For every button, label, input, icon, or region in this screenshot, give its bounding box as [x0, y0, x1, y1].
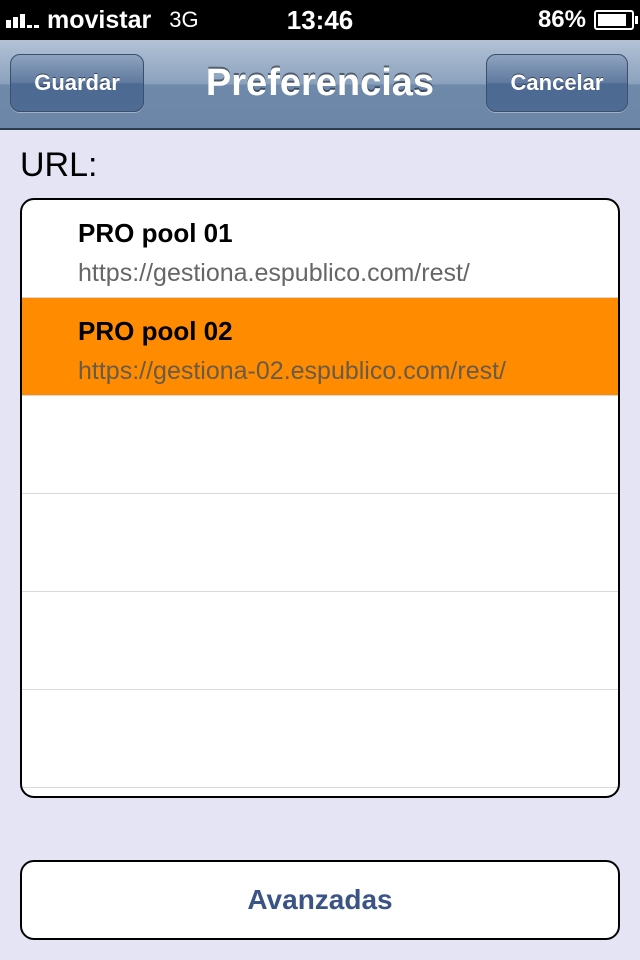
navigation-bar: Preferencias Guardar Cancelar	[0, 40, 640, 130]
list-item-url: https://gestiona-02.espublico.com/rest/	[78, 357, 507, 385]
cancel-button[interactable]: Cancelar	[486, 54, 628, 112]
save-button[interactable]: Guardar	[10, 54, 144, 112]
advanced-button[interactable]: Avanzadas	[20, 860, 620, 940]
empty-list-row	[22, 396, 618, 494]
list-item-url: https://gestiona.espublico.com/rest/	[78, 259, 470, 287]
battery-percent: 86%	[537, 6, 586, 33]
empty-list-row	[22, 690, 618, 788]
empty-list-row	[22, 592, 618, 690]
battery-fill	[598, 14, 626, 26]
url-list-item-pro-pool-01[interactable]: PRO pool 01 https://gestiona.espublico.c…	[22, 200, 618, 298]
status-bar: movistar 3G 13:46 86%	[0, 0, 640, 40]
list-item-title: PRO pool 01	[78, 218, 233, 248]
url-label: URL:	[20, 146, 98, 184]
url-list: PRO pool 01 https://gestiona.espublico.c…	[20, 198, 620, 798]
battery-nub	[635, 16, 638, 24]
list-item-title: PRO pool 02	[78, 316, 233, 346]
status-right: 86%	[537, 4, 638, 36]
empty-list-row	[22, 494, 618, 592]
battery-icon	[594, 10, 638, 30]
url-list-item-pro-pool-02[interactable]: PRO pool 02 https://gestiona-02.espublic…	[22, 298, 618, 396]
